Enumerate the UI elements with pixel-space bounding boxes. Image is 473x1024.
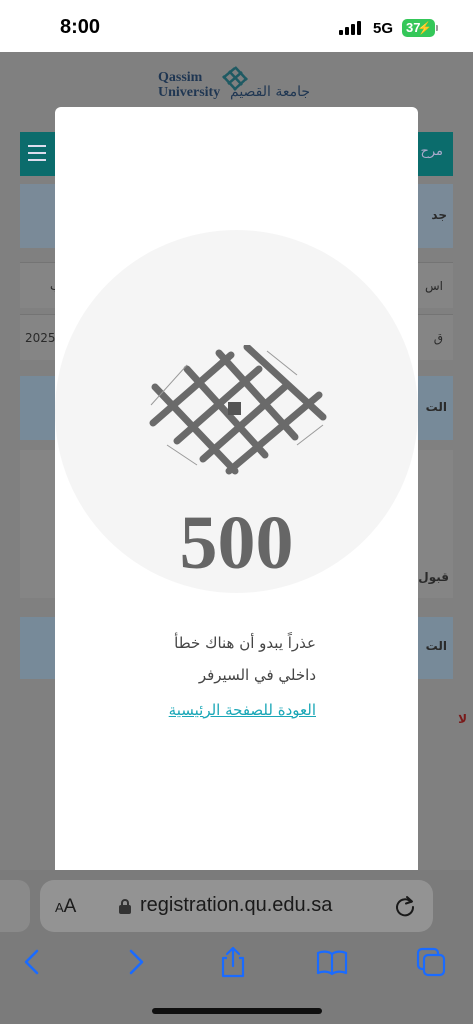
browser-toolbar: AA registration.qu.edu.sa <box>0 870 473 1024</box>
error-message: عذراً يبدو أن هناك خطأ داخلي في السيرفر <box>75 627 316 691</box>
forward-icon[interactable] <box>118 945 152 979</box>
bookmarks-icon[interactable] <box>315 945 349 979</box>
text-size-button[interactable]: AA <box>55 896 76 918</box>
home-indicator[interactable] <box>152 1008 322 1014</box>
warning-text: لا <box>458 712 467 726</box>
text-size-small-a: A <box>55 900 64 915</box>
reload-icon[interactable] <box>393 894 417 918</box>
address-bar[interactable]: AA registration.qu.edu.sa <box>40 880 433 932</box>
status-bar: 8:00 5G 37 ⚡ <box>0 0 473 52</box>
tabs-icon[interactable] <box>414 945 448 979</box>
logo-arabic-text: جامعة القصيم <box>230 84 311 100</box>
university-emblem-icon <box>149 345 327 475</box>
lock-icon <box>119 899 131 914</box>
battery-icon: 37 ⚡ <box>402 19 438 37</box>
cellular-signal-icon <box>339 21 365 35</box>
network-type: 5G <box>373 20 394 37</box>
previous-tab-preview[interactable] <box>0 880 30 932</box>
charging-bolt-icon: ⚡ <box>417 21 432 35</box>
status-time: 8:00 <box>60 16 101 38</box>
nav-welcome-text: مرح <box>420 144 443 159</box>
table-cell-right: ق <box>433 331 443 345</box>
table-header-right: اس <box>425 279 443 293</box>
menu-icon[interactable] <box>28 145 46 163</box>
back-icon[interactable] <box>16 945 50 979</box>
share-icon[interactable] <box>216 945 250 979</box>
back-to-home-link[interactable]: العودة للصفحة الرئيسية <box>75 701 316 719</box>
section-header-text: الت <box>425 400 447 414</box>
error-code: 500 <box>179 501 294 585</box>
section-header-text: الت <box>425 639 447 653</box>
acceptance-text: قبول <box>418 570 449 584</box>
error-message-line1: عذراً يبدو أن هناك خطأ <box>174 634 316 652</box>
error-message-line2: داخلي في السيرفر <box>198 666 316 684</box>
text-size-big-a: A <box>63 896 77 917</box>
logo-latin-text: Qassim University <box>158 70 221 100</box>
schedule-card-title: جد <box>431 208 447 222</box>
url-text[interactable]: registration.qu.edu.sa <box>140 894 332 917</box>
error-modal: 500 عذراً يبدو أن هناك خطأ داخلي في السي… <box>55 107 418 870</box>
